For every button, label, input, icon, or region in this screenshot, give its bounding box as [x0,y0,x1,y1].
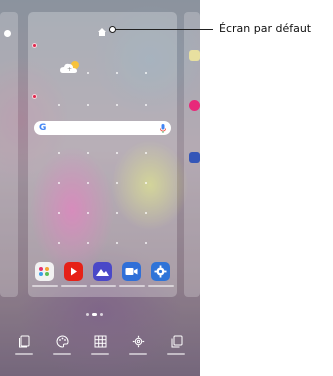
home-icon[interactable] [97,27,107,37]
settings-app[interactable] [151,262,170,281]
page-indicator [86,313,103,316]
page-dot[interactable] [86,313,89,316]
page-dot[interactable] [100,313,103,316]
side-indicator-dot [4,30,11,37]
widgets-button[interactable] [86,335,114,365]
callout-dot [109,26,116,33]
youtube-app[interactable] [64,262,83,281]
google-search-widget[interactable]: G [34,121,171,135]
video-app[interactable] [122,262,141,281]
remove-page-dot[interactable] [32,43,37,48]
remove-widget-dot[interactable] [32,94,37,99]
widgets-grid-icon [94,335,106,348]
button-label [53,353,71,355]
callout-line [112,29,213,30]
copy-page-button[interactable] [162,335,190,365]
page-dot-active[interactable] [92,313,97,316]
themes-button[interactable] [48,335,76,365]
app-dock [32,262,174,287]
button-label [129,353,147,355]
home-screen-right-preview[interactable] [184,12,200,297]
app-label [61,285,87,287]
mountain-photo-icon [96,269,109,276]
app-icon-partial [189,50,200,61]
callout-label: Écran par défaut [219,22,312,35]
weather-widget-icon[interactable]: + [59,59,83,75]
youtube-icon [71,267,77,276]
app-icon-partial [189,100,200,111]
wallpapers-button[interactable] [10,335,38,365]
button-label [91,353,109,355]
edit-mode-toolbar [0,335,200,370]
button-label [15,353,33,355]
photos-app[interactable] [93,262,112,281]
home-settings-button[interactable] [124,335,152,365]
gear-icon [154,265,167,278]
copy-page-icon [171,335,182,348]
home-screen-left-preview[interactable] [0,12,18,297]
app-label [148,285,174,287]
button-label [167,353,185,355]
app-icon-partial [189,152,200,163]
google-logo: G [39,122,47,133]
settings-icon [132,335,144,348]
home-screen-default-preview[interactable]: + G [28,12,177,297]
palette-icon [56,335,69,348]
app-label [119,285,145,287]
svg-text:+: + [67,66,72,73]
gallery-icon [39,267,49,276]
phone-screen: + G [0,0,200,376]
app-label [32,285,58,287]
wallpaper-icon [18,335,29,348]
grid-dots [28,12,177,297]
app-label [90,285,116,287]
video-camera-icon [125,268,138,275]
microphone-icon[interactable] [160,123,166,133]
gallery-app[interactable] [35,262,54,281]
